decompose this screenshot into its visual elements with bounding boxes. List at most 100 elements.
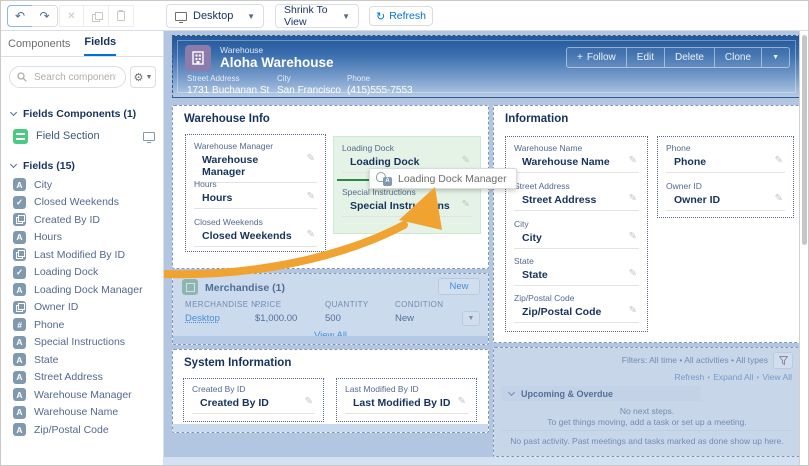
palette-settings-button[interactable]: ⚙▼	[130, 66, 156, 88]
view-mode-dropdown[interactable]: Shrink To View ▼	[275, 4, 359, 28]
field-item-warehouse-name[interactable]: Warehouse Name	[1, 404, 163, 422]
filter-button[interactable]	[773, 352, 793, 369]
edit-pencil-icon[interactable]: ✎	[307, 153, 315, 164]
upcoming-overdue-header[interactable]: Upcoming & Overdue	[501, 386, 701, 401]
tab-fields[interactable]: Fields	[84, 36, 116, 56]
edit-pencil-icon[interactable]: ✎	[629, 305, 637, 316]
paste-button[interactable]	[109, 5, 134, 27]
canvas-field-warehouse-manager[interactable]: Warehouse Manager Warehouse Manager✎	[194, 141, 317, 183]
field-item-phone[interactable]: Phone	[1, 316, 163, 334]
edit-pencil-icon[interactable]: ✎	[458, 396, 466, 407]
chevron-down-icon: ▼	[336, 12, 350, 21]
tab-components[interactable]: Components	[8, 38, 70, 56]
palette-tabs: Components Fields	[1, 31, 163, 57]
canvas-field-phone[interactable]: Phone Phone✎	[666, 143, 785, 173]
cell-quantity: 500	[325, 313, 341, 324]
canvas-field-street-address[interactable]: Street Address Street Address✎	[514, 181, 639, 211]
delete-button[interactable]: Delete	[665, 47, 715, 68]
canvas-field-last-modified-by-id[interactable]: Last Modified By ID Last Modified By ID✎	[345, 384, 468, 414]
scrollbar-thumb[interactable]	[802, 35, 807, 245]
system-information-section[interactable]: System Information Created By ID Created…	[172, 349, 489, 433]
field-item-closed-weekends[interactable]: Closed Weekends	[1, 194, 163, 212]
search-input[interactable]	[32, 71, 118, 84]
field-item-created-by-id[interactable]: Created By ID	[1, 211, 163, 229]
edit-pencil-icon[interactable]: ✎	[775, 155, 783, 166]
field-item-zip-postal-code[interactable]: Zip/Postal Code	[1, 421, 163, 439]
field-item-warehouse-manager[interactable]: Warehouse Manager	[1, 386, 163, 404]
field-item-street-address[interactable]: Street Address	[1, 369, 163, 387]
canvas-field-hours[interactable]: Hours Hours✎	[194, 179, 317, 209]
clone-button[interactable]: Clone	[715, 47, 762, 68]
merchandise-related-list[interactable]: Merchandise (1) New MERCHANDISE N... PRI…	[172, 273, 489, 345]
row-actions-button[interactable]: ▼	[462, 311, 480, 326]
vertical-scrollbar[interactable]	[799, 31, 808, 466]
paste-icon	[117, 11, 125, 21]
field-item-loading-dock[interactable]: Loading Dock	[1, 264, 163, 282]
column-header[interactable]: CONDITION	[395, 300, 444, 309]
field-item-label: Closed Weekends	[34, 196, 119, 208]
field-item-hours[interactable]: Hours	[1, 229, 163, 247]
field-item-owner-id[interactable]: Owner ID	[1, 299, 163, 317]
information-section[interactable]: Information Warehouse Name Warehouse Nam…	[493, 105, 801, 343]
new-button[interactable]: New	[438, 278, 480, 295]
field-item-last-modified-by-id[interactable]: Last Modified By ID	[1, 246, 163, 264]
canvas-field-created-by-id[interactable]: Created By ID Created By ID✎	[192, 384, 315, 414]
canvas-field-zip-postal-code[interactable]: Zip/Postal Code Zip/Postal Code✎	[514, 293, 639, 323]
edit-pencil-icon[interactable]: ✎	[629, 193, 637, 204]
edit-button[interactable]: Edit	[627, 47, 665, 68]
highlights-panel[interactable]: Warehouse Aloha Warehouse +Follow Edit D…	[172, 35, 801, 98]
canvas-field-city[interactable]: City City✎	[514, 219, 639, 249]
system-info-right-column[interactable]: Last Modified By ID Last Modified By ID✎	[336, 378, 477, 422]
edit-pencil-icon[interactable]: ✎	[307, 229, 315, 240]
search-input-wrapper	[9, 66, 126, 88]
view-all-link[interactable]: View All	[762, 372, 792, 382]
palette-item-field-section[interactable]: Field Section	[1, 124, 163, 146]
more-actions-button[interactable]: ▼	[762, 47, 790, 68]
redo-button[interactable]: ↷	[32, 5, 58, 27]
field-item-loading-dock-manager[interactable]: Loading Dock Manager	[1, 281, 163, 299]
text-field-icon	[13, 231, 26, 244]
canvas-field-warehouse-name[interactable]: Warehouse Name Warehouse Name✎	[514, 143, 639, 173]
edit-pencil-icon[interactable]: ✎	[307, 191, 315, 202]
column-header[interactable]: MERCHANDISE N...	[185, 300, 265, 309]
refresh-link[interactable]: Refresh	[674, 372, 704, 382]
field-item-label: State	[34, 354, 59, 366]
information-right-column[interactable]: Phone Phone✎ Owner ID Owner ID✎	[657, 136, 794, 218]
search-icon	[17, 72, 27, 82]
edit-pencil-icon[interactable]: ✎	[629, 268, 637, 279]
activity-timeline-component[interactable]: Filters: All time • All activities • All…	[493, 347, 801, 457]
edit-pencil-icon[interactable]: ✎	[305, 396, 313, 407]
section-fields-components[interactable]: Fields Components (1)	[1, 94, 163, 124]
warehouse-info-left-column[interactable]: Warehouse Manager Warehouse Manager✎ Hou…	[185, 134, 326, 252]
follow-button[interactable]: +Follow	[566, 47, 627, 68]
edit-pencil-icon[interactable]: ✎	[775, 193, 783, 204]
cut-button[interactable]: ✕	[59, 5, 84, 27]
undo-button[interactable]: ↶	[7, 5, 33, 27]
edit-pencil-icon[interactable]: ✎	[462, 199, 470, 210]
field-item-city[interactable]: City	[1, 176, 163, 194]
canvas-field-closed-weekends[interactable]: Closed Weekends Closed Weekends✎	[194, 217, 317, 247]
device-selector-dropdown[interactable]: Desktop ▼	[166, 4, 264, 28]
text-field-icon	[13, 336, 26, 349]
canvas-field-state[interactable]: State State✎	[514, 256, 639, 286]
edit-pencil-icon[interactable]: ✎	[462, 155, 470, 166]
expand-all-link[interactable]: Expand All	[713, 372, 753, 382]
edit-pencil-icon[interactable]: ✎	[629, 231, 637, 242]
information-left-column[interactable]: Warehouse Name Warehouse Name✎ Street Ad…	[505, 136, 648, 332]
section-fields[interactable]: Fields (15)	[1, 146, 163, 176]
copy-button[interactable]	[84, 5, 109, 27]
column-header[interactable]: QUANTITY	[325, 300, 369, 309]
cell-condition: New	[395, 313, 414, 324]
canvas-field-special-instructions[interactable]: Special Instructions Special Instruction…	[342, 187, 472, 217]
header-detail: City San Francisco	[277, 74, 341, 96]
edit-pencil-icon[interactable]: ✎	[629, 155, 637, 166]
merchandise-record-link[interactable]: Desktop	[185, 313, 220, 324]
system-info-left-column[interactable]: Created By ID Created By ID✎	[183, 378, 324, 422]
section-title: Information	[505, 113, 568, 125]
refresh-button[interactable]: ↻ Refresh	[369, 6, 433, 26]
field-item-special-instructions[interactable]: Special Instructions	[1, 334, 163, 352]
column-header[interactable]: PRICE	[255, 300, 281, 309]
drag-ghost[interactable]: A Loading Dock Manager	[369, 168, 517, 189]
canvas-field-owner-id[interactable]: Owner ID Owner ID✎	[666, 181, 785, 211]
field-item-state[interactable]: State	[1, 351, 163, 369]
